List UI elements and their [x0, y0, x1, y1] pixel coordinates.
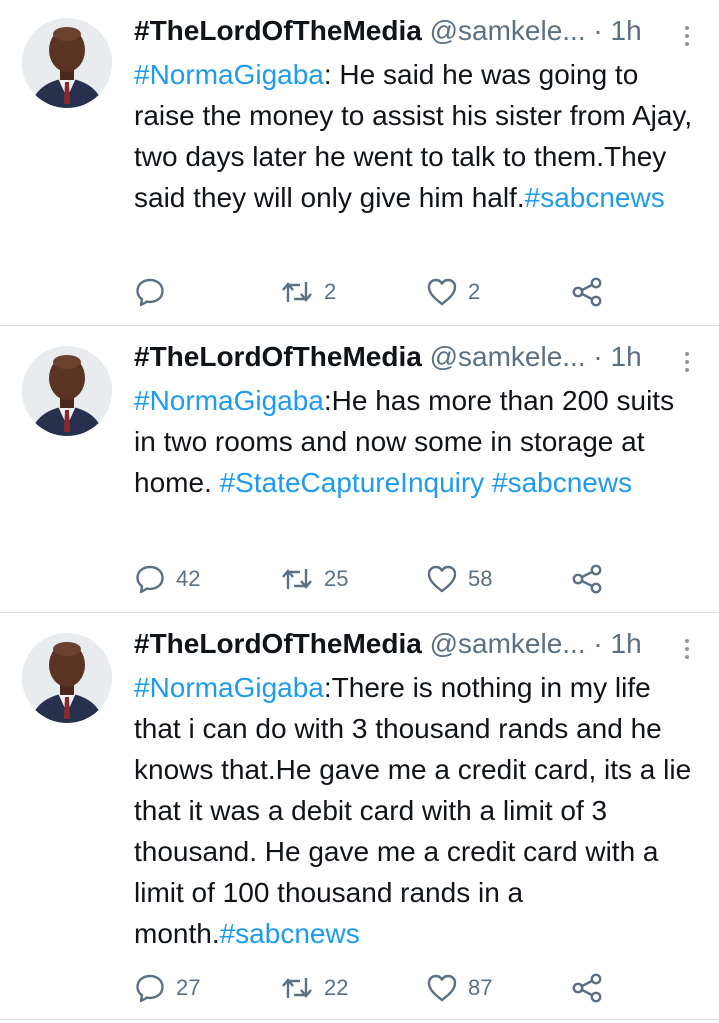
retweet-count: 2 [324, 279, 337, 304]
reply-count: 27 [176, 975, 201, 1000]
like-button[interactable]: 58 [426, 562, 492, 596]
retweet-button[interactable]: 2 [280, 275, 336, 309]
hashtag[interactable]: #NormaGigaba [134, 59, 324, 90]
tweet-text: #NormaGigaba:There is nothing in my life… [134, 667, 699, 954]
like-count: 2 [468, 279, 481, 304]
divider [0, 1019, 719, 1020]
retweet-button[interactable]: 22 [280, 971, 348, 1005]
retweet-arrows-icon [282, 282, 312, 302]
vertical-ellipsis-icon[interactable] [681, 16, 693, 56]
hashtag[interactable]: #sabcnews [525, 182, 665, 213]
retweet-arrows-icon [282, 569, 312, 589]
author-handle[interactable]: @samkele... [430, 341, 586, 372]
retweet-arrows-icon [282, 978, 312, 998]
author-name[interactable]: #TheLordOfTheMedia [134, 15, 422, 46]
reply-button[interactable] [134, 275, 176, 309]
text-segment [484, 467, 492, 498]
author-name[interactable]: #TheLordOfTheMedia [134, 628, 422, 659]
text-segment: :There is nothing in my life that i can … [134, 672, 692, 949]
speech-bubble-icon [136, 278, 164, 307]
tweet-text: #NormaGigaba: He said he was going to ra… [134, 54, 699, 218]
share-button[interactable] [570, 971, 604, 1005]
share-nodes-icon [572, 277, 602, 307]
avatar[interactable] [22, 633, 112, 723]
tweet-card[interactable]: #TheLordOfTheMedia @samkele... · 1h #Nor… [0, 0, 719, 325]
avatar[interactable] [22, 346, 112, 436]
action-bar: 42 25 58 [134, 562, 614, 596]
vertical-ellipsis-icon[interactable] [681, 342, 693, 382]
reply-button[interactable]: 27 [134, 971, 200, 1005]
author-handle[interactable]: @samkele... [430, 628, 586, 659]
action-bar: 2 2 [134, 275, 614, 309]
separator-dot: · [593, 341, 603, 372]
share-nodes-icon [572, 973, 602, 1003]
tweet-header: #TheLordOfTheMedia @samkele... · 1h [134, 14, 697, 48]
reply-button[interactable]: 42 [134, 562, 200, 596]
heart-icon [427, 565, 457, 593]
share-button[interactable] [570, 275, 604, 309]
timestamp[interactable]: 1h [611, 341, 642, 372]
heart-icon [427, 278, 457, 306]
tweet-card[interactable]: #TheLordOfTheMedia @samkele... · 1h #Nor… [0, 613, 719, 1018]
vertical-ellipsis-icon[interactable] [681, 629, 693, 669]
hashtag[interactable]: #NormaGigaba [134, 385, 324, 416]
share-nodes-icon [572, 564, 602, 594]
hashtag[interactable]: #StateCaptureInquiry [220, 467, 485, 498]
timestamp[interactable]: 1h [611, 628, 642, 659]
hashtag[interactable]: #sabcnews [492, 467, 632, 498]
separator-dot: · [593, 628, 603, 659]
hashtag[interactable]: #sabcnews [220, 918, 360, 949]
action-bar: 27 22 87 [134, 971, 614, 1005]
author-name[interactable]: #TheLordOfTheMedia [134, 341, 422, 372]
like-count: 87 [468, 975, 493, 1000]
like-count: 58 [468, 566, 493, 591]
tweet-card[interactable]: #TheLordOfTheMedia @samkele... · 1h #Nor… [0, 326, 719, 612]
like-button[interactable]: 2 [426, 275, 480, 309]
retweet-button[interactable]: 25 [280, 562, 348, 596]
reply-count: 42 [176, 566, 201, 591]
tweet-header: #TheLordOfTheMedia @samkele... · 1h [134, 340, 697, 374]
like-button[interactable]: 87 [426, 971, 492, 1005]
separator-dot: · [593, 15, 603, 46]
hashtag[interactable]: #NormaGigaba [134, 672, 324, 703]
tweet-header: #TheLordOfTheMedia @samkele... · 1h [134, 627, 697, 661]
heart-icon [427, 974, 457, 1002]
author-handle[interactable]: @samkele... [430, 15, 586, 46]
share-button[interactable] [570, 562, 604, 596]
timestamp[interactable]: 1h [611, 15, 642, 46]
speech-bubble-icon [136, 974, 164, 1003]
retweet-count: 22 [324, 975, 349, 1000]
speech-bubble-icon [136, 565, 164, 594]
avatar[interactable] [22, 18, 112, 108]
tweet-text: #NormaGigaba:He has more than 200 suits … [134, 380, 699, 503]
tweet-feed: #TheLordOfTheMedia @samkele... · 1h #Nor… [0, 0, 719, 1023]
retweet-count: 25 [324, 566, 349, 591]
